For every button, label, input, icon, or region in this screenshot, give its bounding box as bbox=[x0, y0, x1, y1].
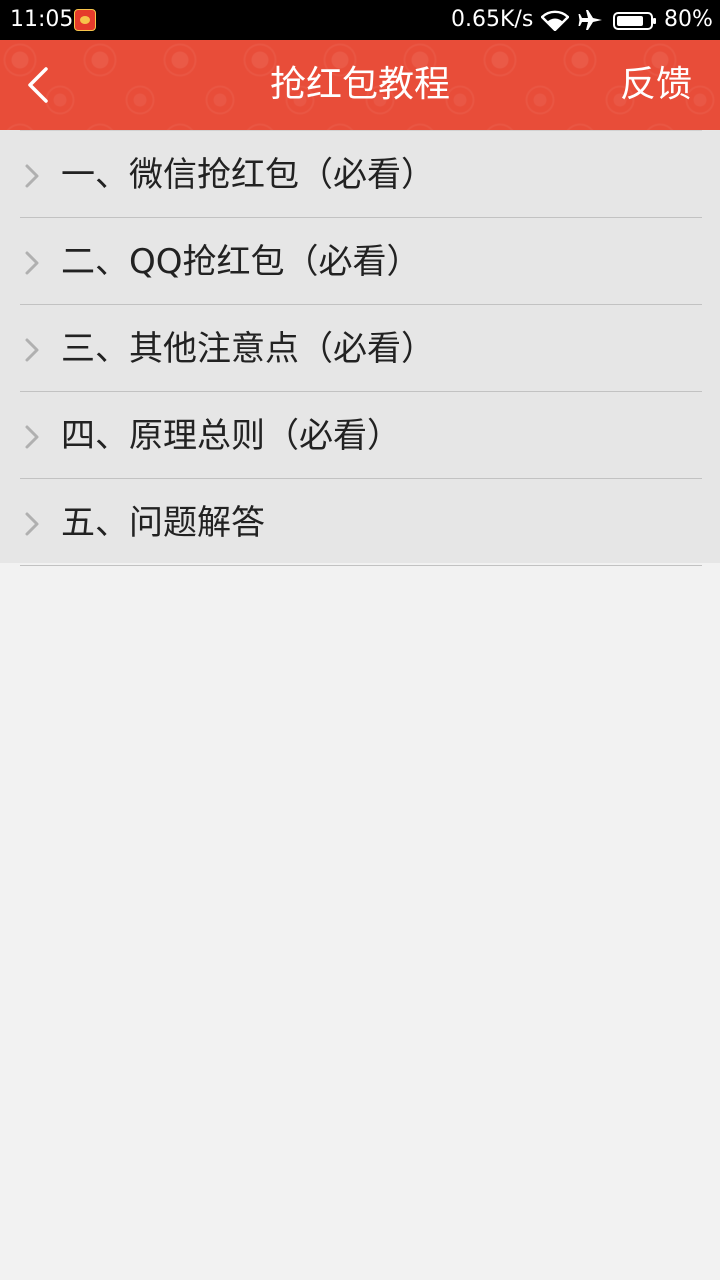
list-item-qq[interactable]: 二、QQ抢红包（必看） bbox=[20, 218, 702, 305]
chevron-right-icon bbox=[24, 163, 40, 189]
status-bar: 11:05 0.65K/s 80% bbox=[0, 0, 720, 40]
chevron-right-icon bbox=[24, 337, 40, 363]
network-speed: 0.65K/s bbox=[451, 7, 534, 32]
page-title: 抢红包教程 bbox=[269, 64, 450, 105]
list-item-label: 三、其他注意点（必看） bbox=[61, 329, 435, 369]
list-item-other-notes[interactable]: 三、其他注意点（必看） bbox=[20, 305, 702, 392]
app-header: 抢红包教程 反馈 bbox=[0, 40, 720, 130]
back-button[interactable] bbox=[14, 60, 64, 110]
list-item-label: 五、问题解答 bbox=[61, 503, 265, 543]
battery-icon bbox=[613, 11, 657, 30]
airplane-mode-icon bbox=[578, 8, 604, 32]
feedback-button[interactable]: 反馈 bbox=[620, 62, 692, 108]
tutorial-list: 一、微信抢红包（必看） 二、QQ抢红包（必看） 三、其他注意点（必看） 四、原理… bbox=[0, 130, 720, 566]
wifi-icon bbox=[540, 9, 570, 32]
list-item-wechat[interactable]: 一、微信抢红包（必看） bbox=[20, 130, 702, 218]
list-item-label: 四、原理总则（必看） bbox=[61, 416, 401, 456]
status-time: 11:05 bbox=[10, 7, 74, 32]
app-notification-icon bbox=[74, 9, 96, 31]
list-item-label: 二、QQ抢红包（必看） bbox=[61, 242, 421, 282]
list-item-label: 一、微信抢红包（必看） bbox=[61, 155, 435, 195]
chevron-right-icon bbox=[24, 424, 40, 450]
chevron-right-icon bbox=[24, 511, 40, 537]
chevron-right-icon bbox=[24, 250, 40, 276]
list-item-faq[interactable]: 五、问题解答 bbox=[20, 479, 702, 566]
back-arrow-icon bbox=[28, 67, 48, 103]
list-item-principles[interactable]: 四、原理总则（必看） bbox=[20, 392, 702, 479]
battery-percent: 80% bbox=[664, 7, 713, 32]
